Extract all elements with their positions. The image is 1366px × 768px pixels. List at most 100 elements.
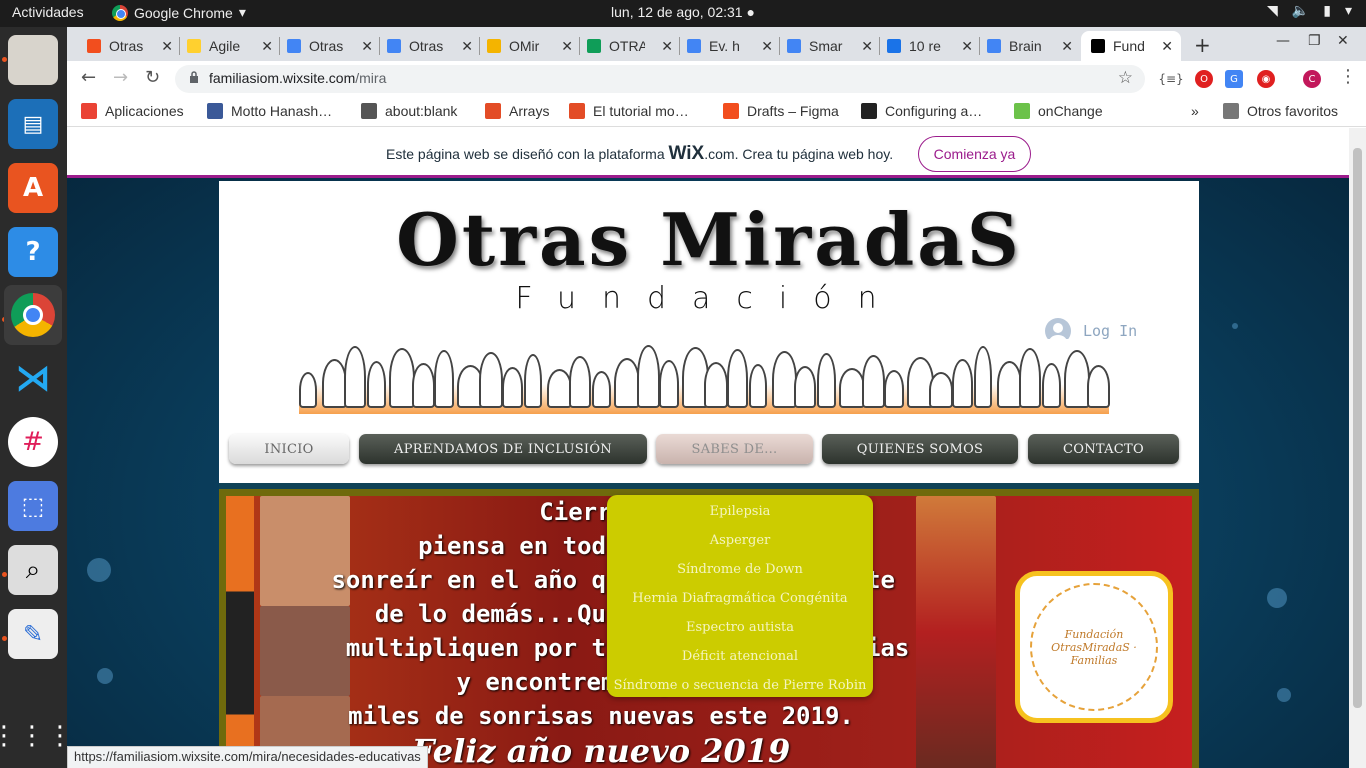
maximize-button[interactable]: ❐ — [1308, 33, 1321, 49]
drawn-child-figure — [344, 346, 366, 408]
json-extension-icon[interactable]: {≡} — [1158, 70, 1183, 88]
minimize-button[interactable]: — — [1276, 33, 1290, 49]
browser-tab[interactable]: Ev. h ✕ — [687, 31, 773, 61]
figma-icon — [723, 103, 739, 119]
dropdown-item-autismo[interactable]: Espectro autista — [607, 613, 873, 642]
close-tab-icon[interactable]: ✕ — [561, 38, 573, 55]
drawn-child-figure — [771, 351, 797, 408]
bookmark-item[interactable]: about:blank — [361, 103, 457, 119]
software-center-icon[interactable]: A — [8, 163, 58, 213]
close-tab-icon[interactable]: ✕ — [261, 38, 273, 55]
browser-tab[interactable]: Fund ✕ — [1081, 31, 1181, 61]
dropdown-item-pierre-robin[interactable]: Síndrome o secuencia de Pierre Robin — [607, 671, 873, 700]
drawn-child-figure — [321, 359, 347, 408]
dropdown-item-epilepsia[interactable]: Epilepsia — [607, 497, 873, 526]
activities-button[interactable]: Actividades — [12, 4, 84, 20]
app-menu[interactable]: Google Chrome ▾ — [112, 4, 246, 21]
github-icon — [861, 103, 877, 119]
drawn-child-figure — [299, 372, 317, 408]
nav-inicio[interactable]: INICIO — [229, 434, 349, 464]
tab-separator — [879, 37, 880, 55]
start-now-button[interactable]: Comienza ya — [918, 136, 1031, 172]
nav-quienes-somos[interactable]: QUIENES SOMOS — [822, 434, 1018, 464]
reddit-extension-icon[interactable]: ◉ — [1257, 70, 1275, 88]
nav-contacto[interactable]: CONTACTO — [1028, 434, 1179, 464]
close-tab-icon[interactable]: ✕ — [661, 38, 673, 55]
tab-separator — [179, 37, 180, 55]
drive-icon — [587, 39, 601, 53]
close-tab-icon[interactable]: ✕ — [961, 38, 973, 55]
bookmark-item[interactable]: Aplicaciones — [81, 103, 184, 119]
translate-extension-icon[interactable]: G — [1225, 70, 1243, 88]
bookmarks-overflow-button[interactable]: » — [1191, 103, 1199, 119]
vscode-icon[interactable]: ⋊ — [8, 353, 58, 403]
browser-tab[interactable]: Otras ✕ — [87, 31, 173, 61]
browser-tab[interactable]: OMir ✕ — [487, 31, 573, 61]
browser-tab[interactable]: OTRA ✕ — [587, 31, 673, 61]
show-apps-icon[interactable]: ⋮⋮⋮ — [0, 711, 73, 761]
drawn-child-figure — [434, 350, 454, 408]
bookmark-label: Arrays — [509, 103, 550, 119]
tab-separator — [479, 37, 480, 55]
hero-text-line: multipliquen por t — [345, 634, 606, 662]
hero-text-line: miles de sonrisas nuevas este 2019. — [348, 702, 854, 730]
wix-icon — [1091, 39, 1105, 53]
scrollbar-thumb[interactable] — [1353, 148, 1362, 708]
bookmark-item[interactable]: El tutorial mo… — [569, 103, 689, 119]
close-tab-icon[interactable]: ✕ — [361, 38, 373, 55]
nav-aprendamos[interactable]: APRENDAMOS DE INCLUSIÓN — [359, 434, 647, 464]
bookmark-item[interactable]: Drafts – Figma — [723, 103, 839, 119]
back-button[interactable]: ← — [81, 67, 96, 88]
dropdown-item-deficit[interactable]: Déficit atencional — [607, 642, 873, 671]
text-editor-icon[interactable]: ✎ — [8, 609, 58, 659]
system-tray[interactable]: ◥ 🔈 ▮ ▾ — [1267, 3, 1352, 19]
profile-avatar[interactable]: C — [1303, 70, 1321, 88]
dropdown-item-asperger[interactable]: Asperger — [607, 526, 873, 555]
new-tab-button[interactable]: + — [1194, 33, 1211, 57]
browser-tab[interactable]: Otras ✕ — [387, 31, 473, 61]
volume-icon: 🔈 — [1291, 3, 1310, 19]
forward-button[interactable]: → — [113, 67, 128, 88]
close-tab-icon[interactable]: ✕ — [1061, 38, 1073, 55]
foundation-logo-text: Fundación OtrasMiradaS · Familias — [1030, 583, 1158, 711]
bookmark-star-icon[interactable]: ☆ — [1118, 68, 1133, 88]
drawn-child-figure — [996, 361, 1022, 408]
screenshot-icon[interactable]: ⬚ — [8, 481, 58, 531]
close-tab-icon[interactable]: ✕ — [161, 38, 173, 55]
reload-button[interactable]: ↻ — [145, 67, 160, 88]
bookmark-item[interactable]: Motto Hanash… — [207, 103, 332, 119]
chrome-menu-icon[interactable]: ⋮ — [1339, 66, 1357, 87]
other-bookmarks-folder[interactable]: Otros favoritos — [1223, 103, 1338, 119]
browser-tab[interactable]: Otras ✕ — [287, 31, 373, 61]
browser-tab[interactable]: Brain ✕ — [987, 31, 1073, 61]
magnifier-icon[interactable]: ⌕ — [8, 545, 58, 595]
close-tab-icon[interactable]: ✕ — [1161, 38, 1173, 55]
drawn-child-figure — [366, 361, 386, 408]
dropdown-item-hernia[interactable]: Hernia Diafragmática Congénita — [607, 584, 873, 613]
close-tab-icon[interactable]: ✕ — [861, 38, 873, 55]
bookmark-item[interactable]: Arrays — [485, 103, 549, 119]
close-tab-icon[interactable]: ✕ — [761, 38, 773, 55]
system-top-bar: Actividades Google Chrome ▾ lun, 12 de a… — [0, 0, 1366, 27]
bookmark-label: El tutorial mo… — [593, 103, 689, 119]
dropdown-item-down[interactable]: Síndrome de Down — [607, 555, 873, 584]
bookmark-item[interactable]: Configuring a… — [861, 103, 982, 119]
browser-tab[interactable]: Agile ✕ — [187, 31, 273, 61]
browser-tab[interactable]: Smar ✕ — [787, 31, 873, 61]
tab-title: Brain — [1009, 38, 1042, 54]
writer-icon[interactable]: ▤ — [8, 99, 58, 149]
slack-icon[interactable]: # — [8, 417, 58, 467]
files-icon[interactable] — [8, 35, 58, 85]
hero-text-line: de lo demás...Qu — [374, 600, 606, 628]
page-scrollbar[interactable] — [1349, 128, 1366, 768]
address-bar[interactable]: familiasiom.wixsite.com/mira ☆ — [175, 65, 1145, 93]
opera-extension-icon[interactable]: O — [1195, 70, 1213, 88]
nav-sabes-de[interactable]: SABES DE... — [656, 434, 813, 464]
help-icon[interactable]: ? — [8, 227, 58, 277]
bookmark-item[interactable]: onChange — [1014, 103, 1103, 119]
site-title: Otras MiradaS — [396, 197, 1022, 282]
close-window-button[interactable]: ✕ — [1337, 33, 1349, 49]
close-tab-icon[interactable]: ✕ — [461, 38, 473, 55]
chrome-dock-icon[interactable] — [4, 285, 62, 345]
browser-tab[interactable]: 10 re ✕ — [887, 31, 973, 61]
